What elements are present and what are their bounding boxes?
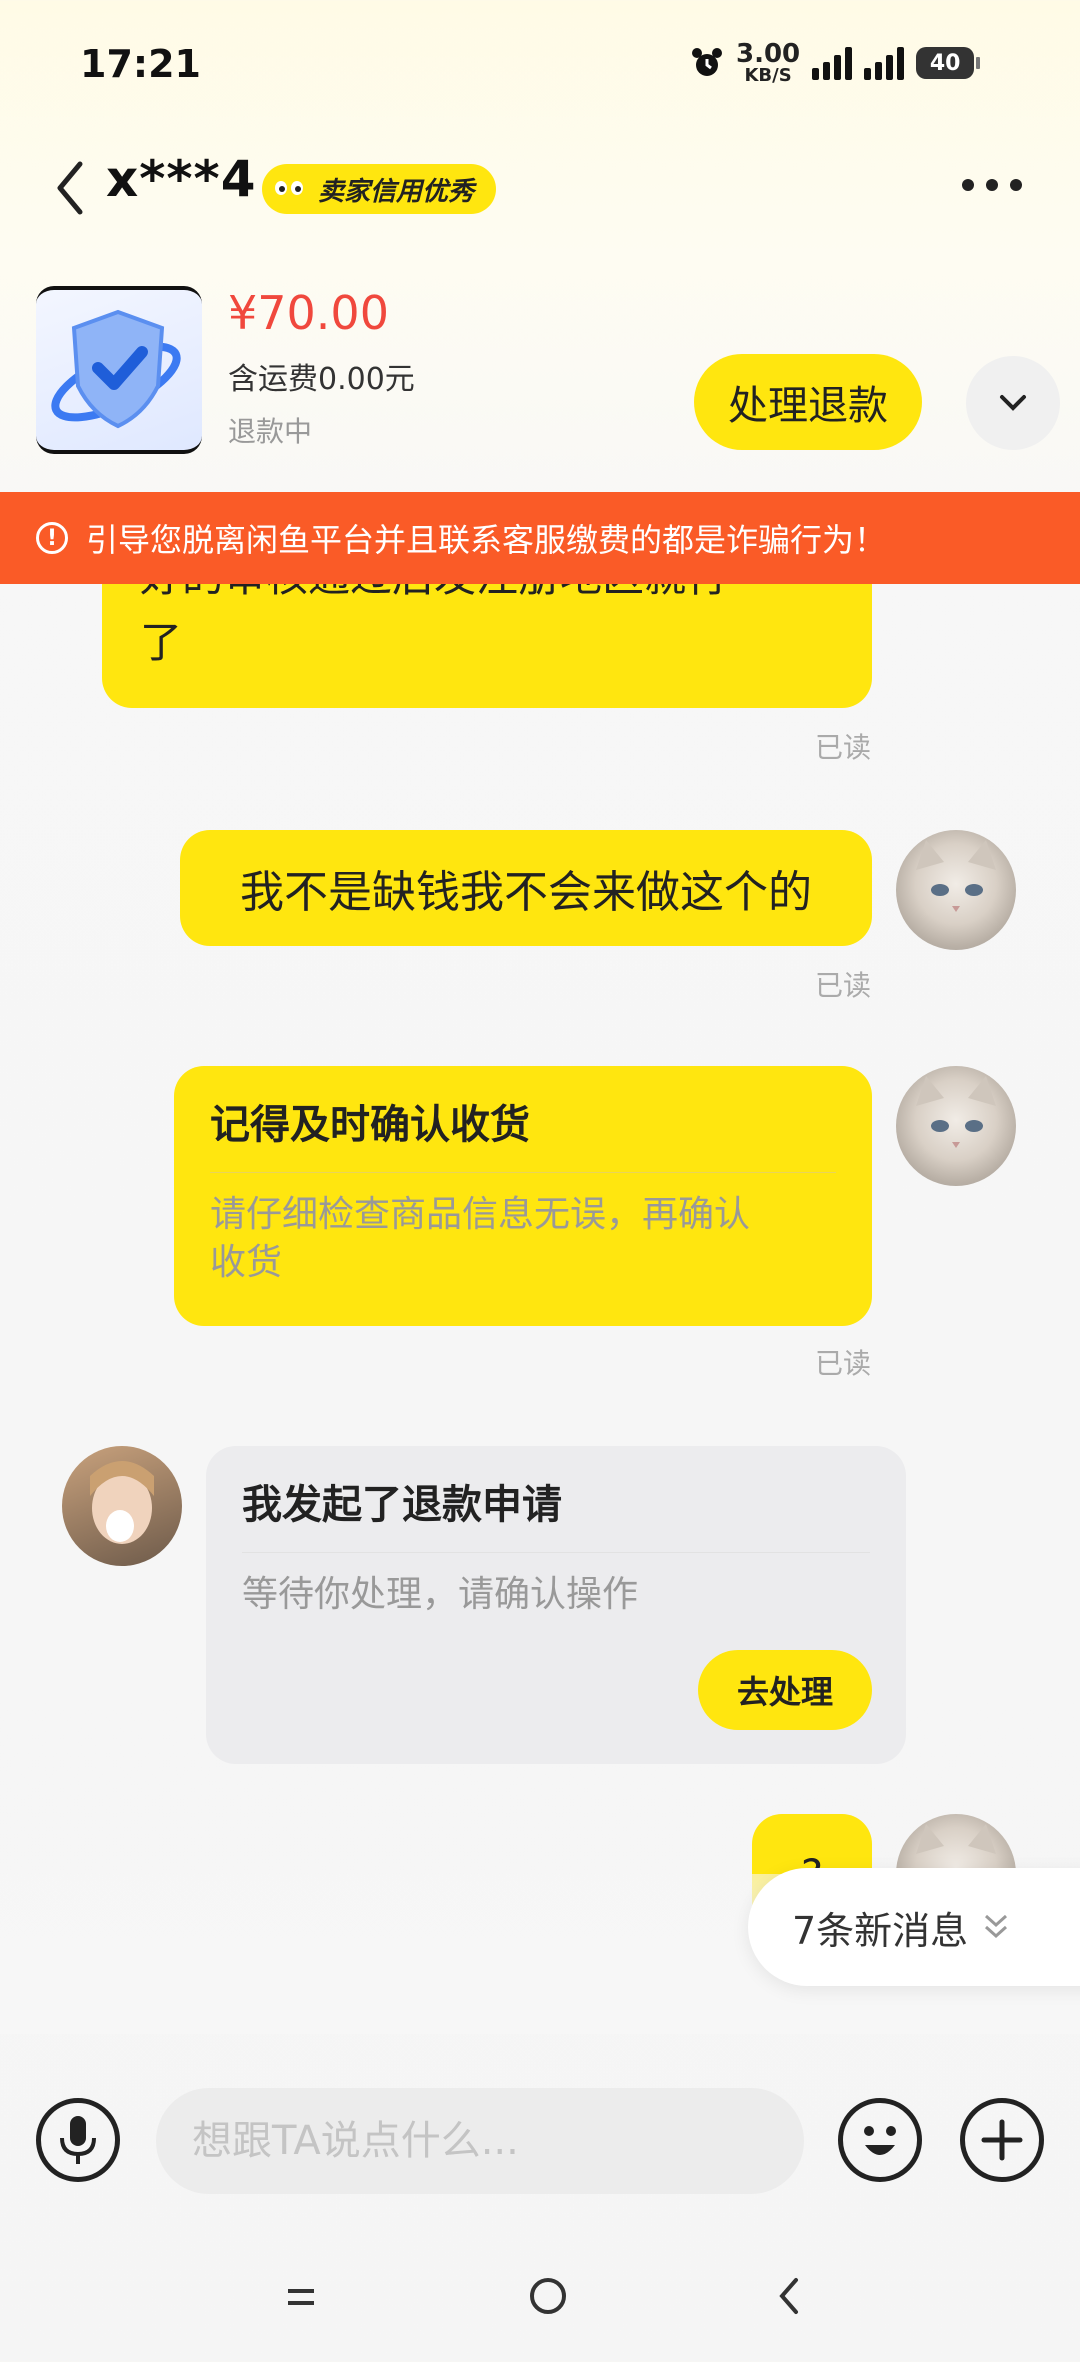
handle-refund-button[interactable]: 处理退款 xyxy=(694,354,922,450)
shipping-fee: 含运费0.00元 xyxy=(228,362,415,397)
smile-icon xyxy=(864,2126,896,2155)
read-status: 已读 xyxy=(815,969,872,1002)
my-avatar[interactable] xyxy=(896,1066,1016,1186)
message-bubble[interactable]: 好的审核通过后发注册地区就行 了 xyxy=(102,584,872,708)
expand-button[interactable] xyxy=(966,356,1060,450)
go-handle-button[interactable]: 去处理 xyxy=(698,1650,872,1730)
card-description: 等待你处理，请确认操作 xyxy=(242,1574,639,1615)
fraud-warning-text: 引导您脱离闲鱼平台并且联系客服缴费的都是诈骗行为！ xyxy=(86,521,887,559)
card-description: 请仔细检查商品信息无误，再确认 收货 xyxy=(210,1191,836,1287)
seller-credit-label: 卖家信用优秀 xyxy=(318,176,475,207)
card-title: 我发起了退款申请 xyxy=(242,1482,562,1528)
message-text: 好的审核通过后发注册地区就行 xyxy=(140,584,834,610)
battery-icon: 40 xyxy=(916,47,981,79)
seller-credit-badge[interactable]: 卖家信用优秀 xyxy=(262,164,497,214)
message-bubble[interactable]: 我不是缺钱我不会来做这个的 xyxy=(180,830,872,946)
fish-mascot-icon xyxy=(269,172,309,206)
product-price: ¥70.00 xyxy=(228,286,389,340)
new-messages-label: 7条新消息 xyxy=(792,1908,969,1953)
message-text: 了 xyxy=(140,618,183,667)
status-time: 17:21 xyxy=(80,42,201,86)
card-description-line: 请仔细检查商品信息无误，再确认 xyxy=(210,1194,751,1235)
add-attachment-button[interactable] xyxy=(960,2098,1044,2182)
new-messages-pill[interactable]: 7条新消息 xyxy=(748,1868,1080,1986)
signal-icon-2 xyxy=(864,46,905,80)
status-icons: 3.00 KB/S 40 xyxy=(690,39,981,86)
network-speed: 3.00 KB/S xyxy=(736,39,801,86)
chat-message-list[interactable]: 好的审核通过后发注册地区就行 了 已读 我不是缺钱我不会来做这个的 已读 记得及… xyxy=(0,584,1080,2034)
message-text: 我不是缺钱我不会来做这个的 xyxy=(240,867,812,918)
emoji-button[interactable] xyxy=(838,2098,922,2182)
refund-request-card[interactable]: 我发起了退款申请 等待你处理，请确认操作 去处理 xyxy=(206,1446,906,1764)
card-title: 记得及时确认收货 xyxy=(210,1102,530,1148)
message-input[interactable] xyxy=(156,2088,804,2194)
nav-back-icon[interactable] xyxy=(776,2276,800,2316)
person-avatar-icon xyxy=(90,1461,154,1544)
voice-input-button[interactable] xyxy=(36,2098,120,2182)
card-description-line: 收货 xyxy=(210,1242,283,1283)
order-status: 退款中 xyxy=(228,415,313,448)
plus-icon xyxy=(981,2119,1023,2161)
my-avatar[interactable] xyxy=(896,830,1016,950)
recent-apps-icon[interactable] xyxy=(286,2286,316,2308)
shield-check-icon xyxy=(51,309,181,429)
cat-avatar-icon xyxy=(916,1076,996,1148)
double-chevron-down-icon xyxy=(985,1914,1008,1939)
chat-title: x***4 xyxy=(106,150,257,208)
cat-avatar-icon xyxy=(916,840,996,912)
home-icon[interactable] xyxy=(530,2278,566,2314)
chevron-down-icon xyxy=(1000,395,1026,411)
confirm-receipt-card[interactable]: 记得及时确认收货 请仔细检查商品信息无误，再确认 收货 xyxy=(174,1066,872,1326)
signal-icon xyxy=(812,46,853,80)
alarm-icon xyxy=(692,48,722,76)
back-icon[interactable] xyxy=(50,158,90,218)
card-divider xyxy=(242,1552,870,1553)
fraud-warning-banner: ! 引导您脱离闲鱼平台并且联系客服缴费的都是诈骗行为！ xyxy=(0,492,1080,584)
contact-avatar[interactable] xyxy=(62,1446,182,1566)
microphone-icon xyxy=(60,2116,96,2164)
more-options-icon[interactable] xyxy=(962,170,1032,200)
product-image[interactable] xyxy=(36,286,202,454)
card-divider xyxy=(210,1172,836,1173)
warning-icon: ! xyxy=(36,522,68,554)
read-status: 已读 xyxy=(815,1347,872,1380)
read-status: 已读 xyxy=(815,731,872,764)
